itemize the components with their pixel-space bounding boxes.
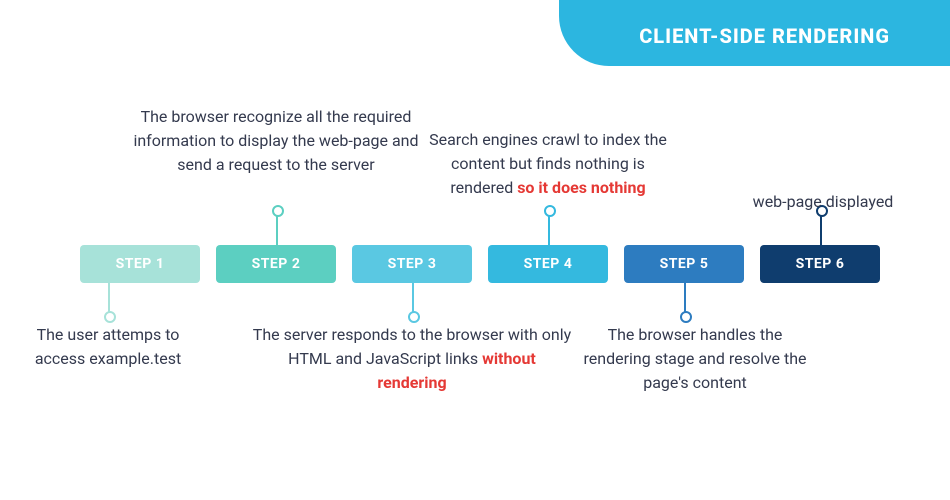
page-title: CLIENT-SIDE RENDERING: [559, 0, 950, 66]
desc-3: The server responds to the browser with …: [252, 323, 572, 395]
step-5: STEP 5: [624, 245, 744, 283]
desc-4-highlight: so it does nothing: [517, 178, 645, 197]
connector-3: [412, 283, 414, 313]
desc-2: The browser recognize all the required i…: [126, 105, 426, 177]
step-row: STEP 1 STEP 2 STEP 3 STEP 4 STEP 5 STEP …: [80, 245, 880, 283]
step-6: STEP 6: [760, 245, 880, 283]
connector-5: [684, 283, 686, 313]
connector-2: [276, 215, 278, 245]
step-4: STEP 4: [488, 245, 608, 283]
connector-4: [548, 215, 550, 245]
step-3: STEP 3: [352, 245, 472, 283]
connector-1: [108, 283, 110, 313]
connector-6: [820, 215, 822, 245]
step-2: STEP 2: [216, 245, 336, 283]
desc-6: web-page displayed: [738, 190, 908, 214]
desc-5: The browser handles the rendering stage …: [580, 323, 810, 395]
desc-1: The user attemps to access example.test: [18, 323, 198, 371]
step-1: STEP 1: [80, 245, 200, 283]
desc-4: Search engines crawl to index the conten…: [418, 128, 678, 200]
